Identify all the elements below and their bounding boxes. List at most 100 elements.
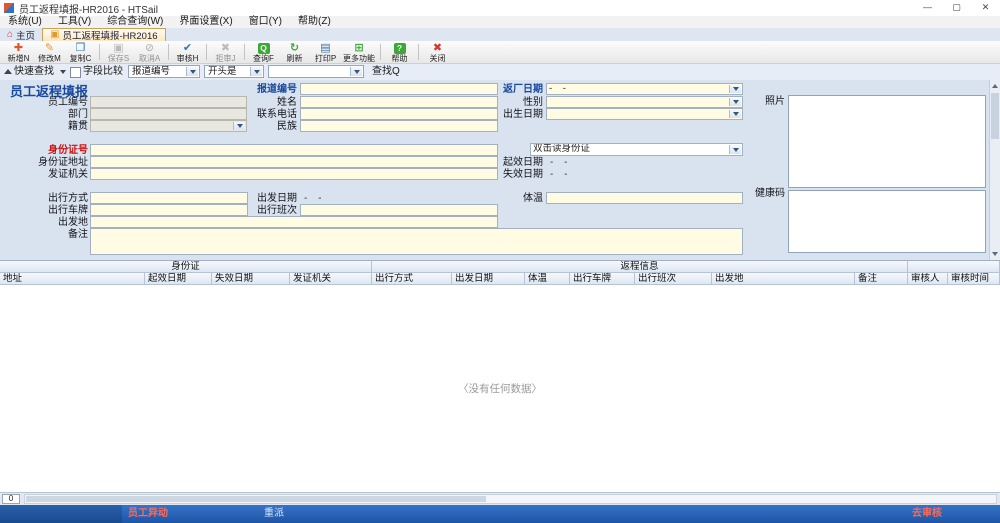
status-link-go-audit[interactable]: 去审核 — [912, 508, 942, 520]
temperature-label: 体温 — [493, 193, 543, 205]
field-compare-checkbox[interactable] — [70, 67, 81, 78]
column-header-expire-date[interactable]: 失效日期 — [212, 273, 290, 285]
remark-field[interactable] — [90, 228, 743, 255]
chevron-down-icon[interactable] — [350, 67, 362, 76]
id-card-reader-select[interactable]: 双击读身份证 — [530, 143, 743, 156]
new-button[interactable]: ✚ 新增N — [3, 41, 34, 63]
chevron-down-icon[interactable] — [250, 67, 262, 76]
copy-icon: ❐ — [76, 42, 86, 54]
toolbar: ✚ 新增N ✎ 修改M ❐ 复制C ▣ 保存S ⊘ 取消A ✔ 审核H ✖ 拒审… — [0, 41, 1000, 64]
photo-label: 照片 — [730, 96, 785, 108]
column-header-plate-no[interactable]: 出行车牌 — [570, 273, 635, 285]
refresh-button-label: 刷新 — [287, 54, 303, 63]
temperature-field[interactable] — [546, 192, 743, 204]
shift-no-field[interactable] — [300, 204, 498, 216]
travel-mode-field[interactable] — [90, 192, 248, 204]
close-button[interactable]: ✕ — [971, 0, 1000, 16]
column-header-remark[interactable]: 备注 — [855, 273, 908, 285]
chevron-down-icon[interactable] — [729, 110, 741, 118]
id-no-field[interactable] — [90, 144, 498, 156]
audit-button[interactable]: ✔ 审核H — [172, 41, 203, 63]
nation-field[interactable] — [300, 120, 498, 132]
report-no-field[interactable] — [300, 83, 498, 95]
horizontal-scrollbar[interactable] — [24, 494, 997, 504]
phone-label: 联系电话 — [247, 109, 297, 121]
chevron-down-icon[interactable] — [729, 145, 741, 154]
more-functions-icon: ⊞ — [354, 42, 363, 54]
search-operator-select[interactable]: 开头是 — [204, 65, 264, 78]
scroll-down-icon[interactable] — [992, 252, 998, 256]
gender-field[interactable] — [546, 96, 743, 108]
chevron-down-icon[interactable] — [729, 85, 741, 93]
chevron-down-icon[interactable] — [186, 67, 198, 76]
report-no-label: 报道编号 — [247, 84, 297, 96]
status-link-employee-transfer[interactable]: 员工异动 — [128, 508, 168, 520]
app-icon — [4, 3, 14, 13]
cancel-button: ⊘ 取消A — [134, 41, 165, 63]
query-button-label: 查询F — [253, 54, 274, 63]
search-button[interactable]: 查找Q — [372, 66, 400, 78]
plate-no-field[interactable] — [90, 204, 248, 216]
column-header-auditor[interactable]: 审核人 — [908, 273, 948, 285]
search-field-select[interactable]: 报道编号 — [128, 65, 200, 78]
modify-button[interactable]: ✎ 修改M — [34, 41, 65, 63]
return-date-field[interactable]: - - — [546, 83, 743, 95]
id-address-field[interactable] — [90, 156, 498, 168]
native-place-field — [90, 120, 247, 132]
field-compare-label: 字段比较 — [83, 66, 123, 78]
help-button-label: 帮助 — [392, 54, 408, 63]
app-window: 员工返程填报-HR2016 - HTSail — ▢ ✕ 系统(U) 工具(V)… — [0, 0, 1000, 523]
maximize-button[interactable]: ▢ — [942, 0, 971, 16]
issuer-field[interactable] — [90, 168, 498, 180]
collapse-panel-icon[interactable] — [4, 69, 12, 74]
grid-group-header-row: 身份证 返程信息 — [0, 261, 1000, 273]
column-header-issuer[interactable]: 发证机关 — [290, 273, 372, 285]
print-button[interactable]: ▤ 打印P — [310, 41, 341, 63]
column-header-travel-mode[interactable]: 出行方式 — [372, 273, 452, 285]
quickfind-dropdown-icon[interactable] — [60, 70, 66, 74]
refresh-button[interactable]: ↻ 刷新 — [279, 41, 310, 63]
status-link-redispatch[interactable]: 重派 — [264, 508, 284, 520]
close-form-button[interactable]: ✖ 关闭 — [422, 41, 453, 63]
expire-date-value[interactable]: - - — [550, 169, 571, 181]
refresh-icon: ↻ — [290, 42, 299, 54]
column-header-address[interactable]: 地址 — [0, 273, 145, 285]
menu-item-ui-settings[interactable]: 界面设置(X) — [171, 16, 240, 28]
copy-button[interactable]: ❐ 复制C — [65, 41, 96, 63]
menu-item-query[interactable]: 综合查询(W) — [99, 16, 171, 28]
depart-place-field[interactable] — [90, 216, 498, 228]
grid-body[interactable]: 〈没有任何数据〉 — [0, 285, 1000, 492]
search-input[interactable] — [268, 65, 364, 78]
menu-item-window[interactable]: 窗口(Y) — [241, 16, 290, 28]
cancel-icon: ⊘ — [145, 42, 154, 54]
menu-item-help[interactable]: 帮助(Z) — [290, 16, 339, 28]
scroll-up-icon[interactable] — [992, 84, 998, 88]
menu-item-tools[interactable]: 工具(V) — [50, 16, 99, 28]
birth-date-label: 出生日期 — [493, 109, 543, 121]
menu-item-system[interactable]: 系统(U) — [0, 16, 50, 28]
tab-current[interactable]: ▣ 员工返程填报-HR2016 — [42, 28, 165, 41]
quickfind-label[interactable]: 快速查找 — [14, 66, 54, 78]
column-header-temperature[interactable]: 体温 — [525, 273, 570, 285]
column-header-shift-no[interactable]: 出行班次 — [635, 273, 712, 285]
help-button[interactable]: ? 帮助 — [384, 41, 415, 63]
column-header-audit-time[interactable]: 审核时间 — [948, 273, 1000, 285]
chevron-down-icon[interactable] — [233, 122, 245, 130]
scrollbar-thumb[interactable] — [991, 93, 999, 139]
minimize-button[interactable]: — — [913, 0, 942, 16]
column-header-depart-date[interactable]: 出发日期 — [452, 273, 525, 285]
more-functions-button[interactable]: ⊞ 更多功能 — [341, 41, 377, 63]
name-field[interactable] — [300, 96, 498, 108]
id-address-label: 身份证地址 — [18, 157, 88, 169]
birth-date-field[interactable] — [546, 108, 743, 120]
query-button[interactable]: Q 查询F — [248, 41, 279, 63]
reject-audit-button-label: 拒审J — [216, 54, 236, 63]
effective-date-value[interactable]: - - — [550, 157, 571, 169]
column-header-effective-date[interactable]: 起效日期 — [145, 273, 212, 285]
column-header-depart-place[interactable]: 出发地 — [712, 273, 855, 285]
tab-home[interactable]: ⌂ 主页 — [0, 28, 42, 41]
scrollbar-thumb[interactable] — [26, 496, 486, 502]
print-icon: ▤ — [320, 42, 330, 54]
phone-field[interactable] — [300, 108, 498, 120]
form-vertical-scrollbar[interactable] — [989, 80, 1000, 260]
